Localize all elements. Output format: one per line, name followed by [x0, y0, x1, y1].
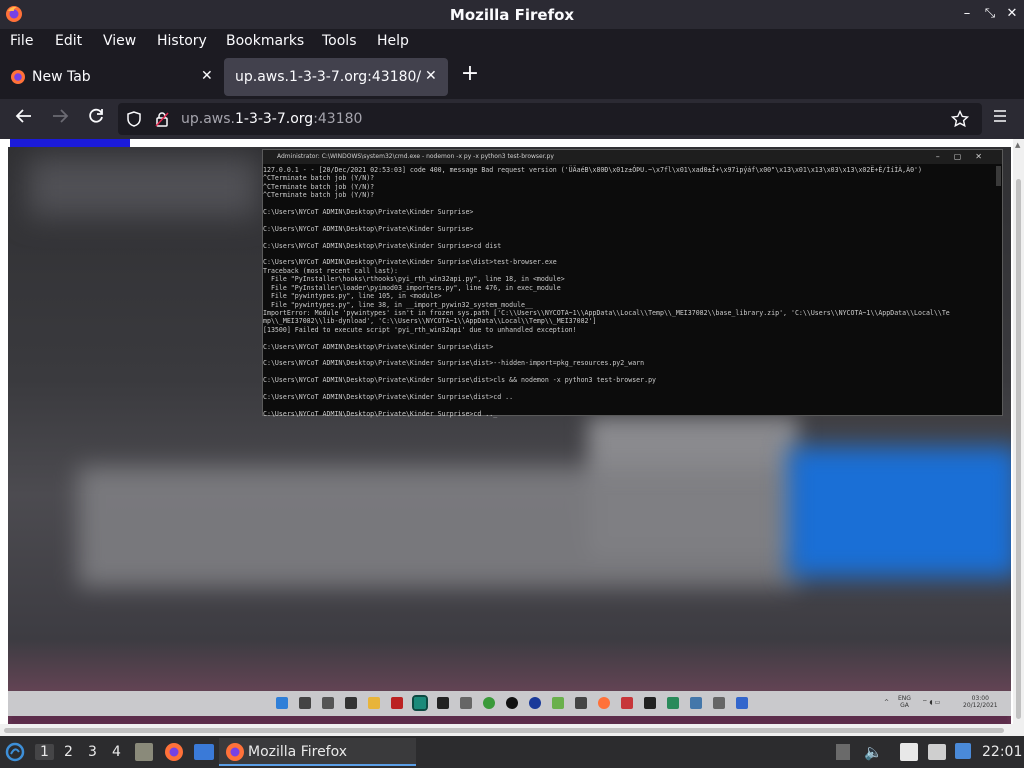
star-icon[interactable] [950, 109, 970, 132]
workspace-2[interactable]: 2 [64, 744, 73, 760]
windows-taskbar: ^ ENG GA ⌔ ◖ ▭ 03:00 20/12/2021 [8, 691, 1011, 716]
cmd-window-controls: –▢✕ [935, 152, 996, 161]
minimize-icon[interactable]: – [958, 5, 976, 23]
task-view-icon [322, 697, 334, 709]
cmd-title: Administrator: C:\WINDOWS\system32\cmd.e… [277, 153, 554, 160]
app-icon [736, 697, 748, 709]
shield-icon[interactable] [126, 111, 142, 131]
tab-active-page[interactable]: up.aws.1-3-3-7.org:43180/ ✕ [224, 58, 448, 96]
app-icon [529, 697, 541, 709]
show-desktop-icon[interactable] [194, 744, 214, 760]
reload-icon[interactable] [84, 107, 108, 131]
app-icon [644, 697, 656, 709]
menu-help[interactable]: Help [377, 33, 409, 49]
volume-icon[interactable]: 🔈 [864, 743, 883, 761]
menu-history[interactable]: History [157, 33, 207, 49]
scroll-up-icon[interactable]: ▲ [1015, 141, 1020, 149]
lock-icon[interactable] [154, 111, 170, 131]
new-tab-plus-icon[interactable]: + [458, 62, 482, 86]
tray-chevron-icon: ^ [884, 699, 890, 706]
close-icon[interactable]: ✕ [1003, 5, 1021, 23]
windows-clock: 03:00 20/12/2021 [963, 695, 998, 709]
workspace-4[interactable]: 4 [112, 744, 121, 760]
url-text[interactable]: up.aws.1-3-3-7.org:43180 [181, 111, 362, 127]
app-icon [391, 697, 403, 709]
scrollbar-thumb[interactable] [1016, 179, 1021, 719]
horizontal-scrollbar[interactable] [0, 724, 1013, 736]
notes-icon[interactable] [900, 743, 918, 761]
app-icon [345, 697, 357, 709]
firefox-favicon-icon [10, 69, 26, 89]
menu-file[interactable]: File [10, 33, 33, 49]
file-manager-icon[interactable] [135, 743, 153, 761]
wifi-icon: ⌔ ◖ ▭ [922, 699, 941, 706]
nav-toolbar: up.aws.1-3-3-7.org:43180 [0, 99, 1024, 139]
back-icon[interactable] [12, 107, 36, 131]
scrollbar-thumb[interactable] [4, 728, 1004, 733]
vertical-scrollbar[interactable]: ▲ [1013, 139, 1024, 736]
desktop-panel: 1 2 3 4 Mozilla Firefox 🔈 22:01 [0, 736, 1024, 768]
firefox-launcher-icon[interactable] [164, 742, 184, 766]
edge-icon [412, 695, 428, 711]
cmd-titlebar: Administrator: C:\WINDOWS\system32\cmd.e… [263, 150, 1002, 164]
window-title: Mozilla Firefox [449, 6, 575, 24]
tab-strip: New Tab ✕ up.aws.1-3-3-7.org:43180/ ✕ [0, 54, 1024, 99]
workspace-1[interactable]: 1 [35, 744, 54, 760]
cmd-output: 127.0.0.1 - - [20/Dec/2021 02:53:03] cod… [263, 166, 950, 418]
menu-view[interactable]: View [103, 33, 136, 49]
task-label: Mozilla Firefox [248, 744, 348, 760]
menu-icon[interactable] [988, 107, 1012, 131]
maximize-icon[interactable]: ⤡ [981, 5, 999, 23]
app-icon [460, 697, 472, 709]
menu-edit[interactable]: Edit [55, 33, 82, 49]
app-icon [690, 697, 702, 709]
taskbar-firefox-button[interactable]: Mozilla Firefox [219, 738, 416, 766]
tab-close-icon[interactable]: ✕ [201, 68, 213, 84]
tab-close-icon[interactable]: ✕ [425, 68, 437, 84]
network-icon[interactable] [928, 744, 946, 760]
forward-icon[interactable] [48, 107, 72, 131]
tab-label: New Tab [32, 69, 91, 85]
cmd-window: Administrator: C:\WINDOWS\system32\cmd.e… [262, 149, 1003, 418]
app-icon [621, 697, 633, 709]
firefox-icon [598, 697, 610, 709]
search-icon [299, 697, 311, 709]
firefox-icon [225, 742, 245, 766]
url-bar[interactable]: up.aws.1-3-3-7.org:43180 [118, 103, 982, 135]
app-icon [552, 697, 564, 709]
chrome-icon [483, 697, 495, 709]
panel-clock[interactable]: 22:01 [982, 744, 1022, 760]
app-icon [575, 697, 587, 709]
app-menu-icon[interactable] [5, 742, 25, 766]
folder-icon [368, 697, 380, 709]
windows-start-icon [276, 697, 288, 709]
app-icon [713, 697, 725, 709]
tab-new-tab[interactable]: New Tab ✕ [2, 58, 220, 96]
media-icon [506, 697, 518, 709]
window-titlebar: Mozilla Firefox – ⤡ ✕ [0, 0, 1024, 29]
clipboard-icon[interactable] [836, 744, 850, 760]
bluetooth-icon[interactable] [955, 743, 971, 759]
app-icon [667, 697, 679, 709]
menu-bookmarks[interactable]: Bookmarks [226, 33, 304, 49]
tab-label: up.aws.1-3-3-7.org:43180/ [235, 69, 422, 85]
menu-bar: File Edit View History Bookmarks Tools H… [0, 29, 1024, 54]
workspace-3[interactable]: 3 [88, 744, 97, 760]
cmd-scrollbar [996, 166, 1001, 186]
terminal-icon [437, 697, 449, 709]
menu-tools[interactable]: Tools [322, 33, 357, 49]
language-indicator: ENG GA [898, 695, 911, 709]
